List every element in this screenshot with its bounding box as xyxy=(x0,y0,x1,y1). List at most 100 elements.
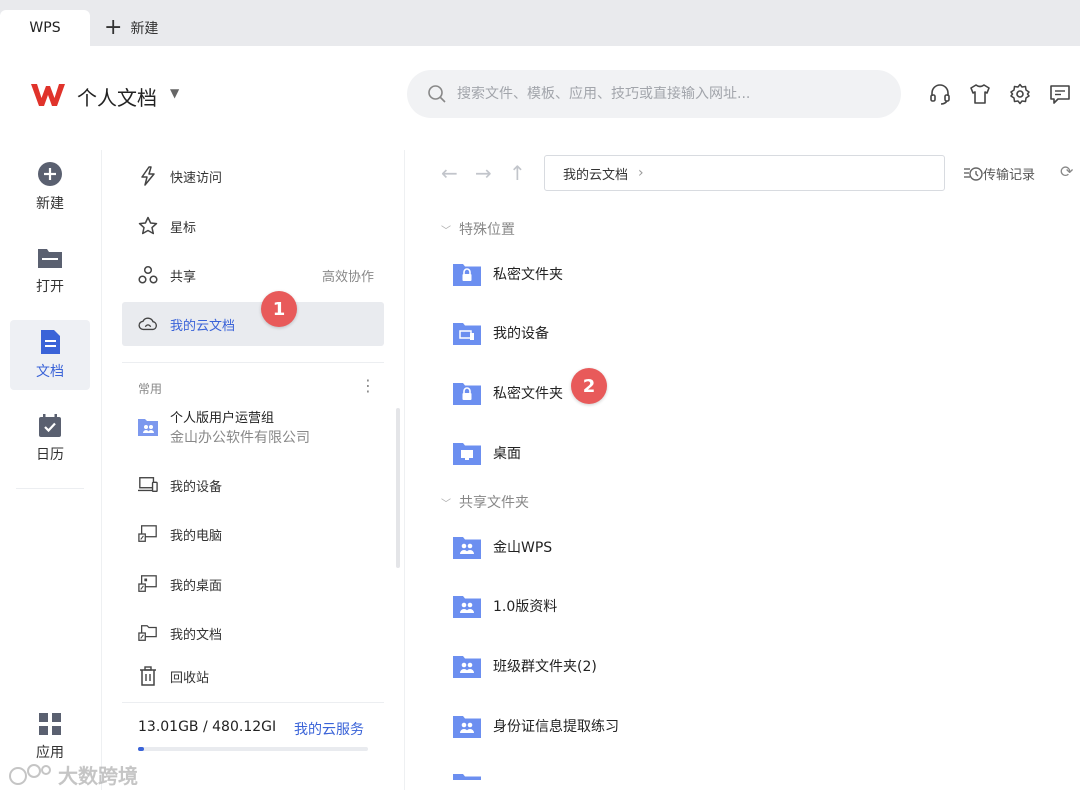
tab-bar: WPS + 新建 xyxy=(0,0,1080,46)
nav-recycle-bin-label: 回收站 xyxy=(170,670,210,686)
folder-label: 1.0版资料 xyxy=(493,599,558,615)
gear-icon[interactable] xyxy=(1008,82,1032,106)
folder-item[interactable]: 私密文件夹 xyxy=(453,378,563,408)
search-bar[interactable] xyxy=(407,70,901,118)
back-arrow-icon[interactable]: ← xyxy=(441,161,458,185)
lock-folder-icon xyxy=(453,383,481,405)
group-title: 特殊位置 xyxy=(459,222,515,238)
group-title: 共享文件夹 xyxy=(459,495,529,511)
nav-my-documents[interactable]: 我的文档 xyxy=(122,611,384,655)
plus-circle-icon xyxy=(38,162,62,186)
shared-folder-icon xyxy=(453,596,481,618)
folder-shortcut-icon xyxy=(138,623,158,643)
folder-item[interactable]: 班级群文件夹(2) xyxy=(453,651,597,681)
search-input[interactable] xyxy=(457,86,887,102)
folder-open-icon xyxy=(38,249,62,268)
rail-documents[interactable]: 文档 xyxy=(10,320,90,390)
nav-my-computer[interactable]: 我的电脑 xyxy=(122,512,384,556)
storage-usage: 13.01GB / 480.12GI xyxy=(138,719,277,735)
rail-calendar[interactable]: 日历 xyxy=(10,404,90,474)
nav-my-devices-label: 我的设备 xyxy=(170,479,223,495)
new-tab-button[interactable]: + 新建 xyxy=(104,14,158,42)
team-company: 金山办公软件有限公司 xyxy=(170,430,310,446)
folder-label: 我的设备 xyxy=(493,326,549,342)
transfer-label: 传输记录 xyxy=(983,168,1036,183)
folder-item[interactable]: 我的设备 xyxy=(453,318,549,348)
storage-progress-fill xyxy=(138,747,145,751)
breadcrumb[interactable]: 我的云文档 xyxy=(563,164,628,183)
annotation-badge-2: 2 xyxy=(571,368,607,404)
folder-item[interactable]: 身份证信息提取练习 xyxy=(453,711,619,741)
nav-scrollbar[interactable] xyxy=(396,408,400,568)
group-shared-folders[interactable]: ﹀ 共享文件夹 xyxy=(441,492,529,512)
up-arrow-icon[interactable]: ↑ xyxy=(509,161,526,185)
desktop-folder-icon xyxy=(453,443,481,465)
trash-icon xyxy=(138,666,158,686)
nav-my-devices[interactable]: 我的设备 xyxy=(122,463,384,507)
rail-new[interactable]: 新建 xyxy=(10,152,90,222)
nav-starred[interactable]: 星标 xyxy=(122,204,384,248)
search-icon xyxy=(428,85,446,103)
watermark-text: 大数跨境 xyxy=(58,764,138,788)
folder-item[interactable]: 私密文件夹 xyxy=(453,259,563,289)
device-folder-icon xyxy=(453,323,481,345)
folder-label: 班级群文件夹(2) xyxy=(493,659,597,675)
shirt-icon[interactable] xyxy=(968,82,992,106)
new-tab-label: 新建 xyxy=(130,21,159,37)
team-name: 个人版用户运营组 xyxy=(170,411,275,426)
refresh-icon[interactable]: ⟳ xyxy=(1060,162,1073,181)
folder-label: 桌面 xyxy=(493,446,521,462)
nav-shared[interactable]: 共享 高效协作 xyxy=(122,253,384,297)
nav-my-computer-label: 我的电脑 xyxy=(170,528,223,544)
nav-recycle-bin[interactable]: 回收站 xyxy=(122,654,384,698)
folder-label: 身份证信息提取练习 xyxy=(493,719,619,735)
main-panel: ← → ↑ 我的云文档 › 传输记录 ⟳ ﹀ 特殊位置 私密文件夹 我的设备 私… xyxy=(405,144,1080,795)
team-folder-icon xyxy=(138,419,158,436)
nav-my-desktop-label: 我的桌面 xyxy=(170,578,223,594)
plus-icon: + xyxy=(104,15,123,40)
partial-folder-icon xyxy=(453,774,481,780)
star-icon xyxy=(138,216,158,236)
folder-item[interactable]: 桌面 xyxy=(453,438,521,468)
cloud-service-link[interactable]: 我的云服务 xyxy=(294,719,364,739)
folder-item[interactable]: 1.0版资料 xyxy=(453,591,557,621)
rail-apps-label: 应用 xyxy=(36,745,64,761)
nav-my-cloud-docs[interactable]: 我的云文档 xyxy=(122,302,384,346)
group-special-locations[interactable]: ﹀ 特殊位置 xyxy=(441,219,515,239)
message-icon[interactable] xyxy=(1048,82,1072,106)
chevron-down-icon: ﹀ xyxy=(441,498,451,510)
folder-item[interactable]: 金山WPS xyxy=(453,532,552,562)
rail-open-label: 打开 xyxy=(36,279,64,295)
rail-new-label: 新建 xyxy=(36,196,64,212)
caret-down-icon[interactable]: ▼ xyxy=(170,86,179,100)
apps-grid-icon xyxy=(39,713,61,735)
shared-folder-icon xyxy=(453,716,481,738)
nav-shared-label: 共享 xyxy=(170,269,197,285)
wps-logo-icon xyxy=(31,84,65,106)
headset-icon[interactable] xyxy=(928,82,952,106)
team-item[interactable]: 个人版用户运营组 金山办公软件有限公司 xyxy=(138,406,378,452)
forward-arrow-icon[interactable]: → xyxy=(475,161,492,185)
nav-my-desktop[interactable]: 我的桌面 xyxy=(122,562,384,606)
rail-open[interactable]: 打开 xyxy=(10,236,90,306)
cloud-icon xyxy=(138,314,158,334)
storage-progress-bar xyxy=(138,747,368,751)
tab-wps[interactable]: WPS xyxy=(0,10,90,46)
nav-quick-access[interactable]: 快速访问 xyxy=(122,154,384,198)
nav-quick-access-label: 快速访问 xyxy=(170,170,223,186)
collab-link[interactable]: 高效协作 xyxy=(322,266,374,285)
nav-starred-label: 星标 xyxy=(170,220,197,236)
section-common-label: 常用 xyxy=(138,382,163,396)
page-title[interactable]: 个人文档 xyxy=(77,82,157,111)
transfer-list-icon xyxy=(964,166,983,181)
transfer-record-button[interactable]: 传输记录 xyxy=(963,164,1035,183)
desktop-icon xyxy=(138,574,158,594)
left-rail: 新建 打开 文档 日历 应用 xyxy=(0,144,100,795)
folder-label: 私密文件夹 xyxy=(493,386,563,402)
shared-folder-icon xyxy=(453,656,481,678)
folder-label: 私密文件夹 xyxy=(493,267,563,283)
more-icon[interactable]: ⋮ xyxy=(360,376,376,395)
rail-calendar-label: 日历 xyxy=(36,447,64,463)
path-bar[interactable]: 我的云文档 › xyxy=(544,155,945,191)
storage-divider xyxy=(122,702,384,703)
